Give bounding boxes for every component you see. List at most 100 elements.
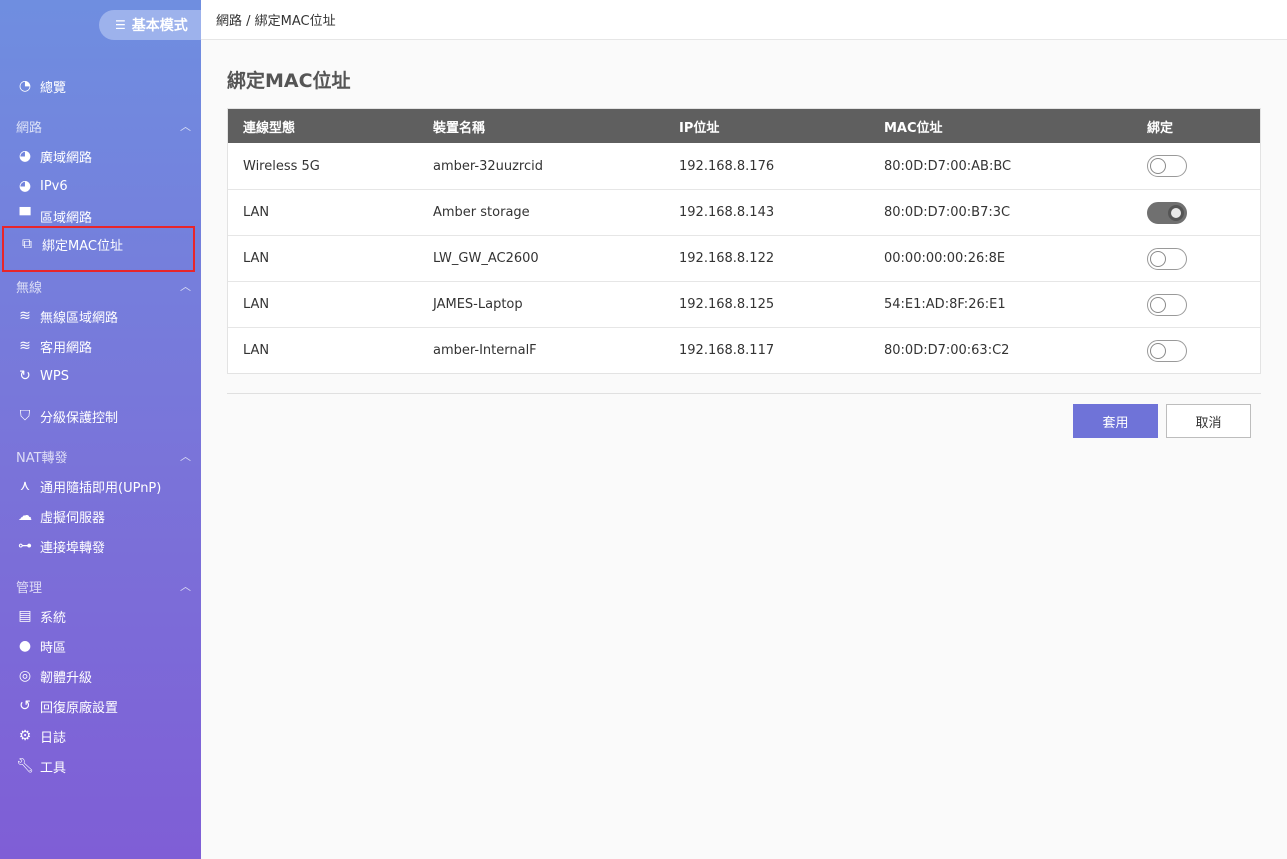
chevron-up-icon: ︿ — [180, 580, 191, 593]
mode-list-icon: ☰ — [115, 18, 126, 32]
column-header-mac: MAC位址 — [884, 120, 943, 136]
cell-ip-address: 192.168.8.125 — [679, 297, 775, 312]
sidebar-item-upnp[interactable]: ⋏ 通用隨插即用(UPnP) — [0, 472, 201, 500]
sidebar-item-guest[interactable]: ≋ 客用網路 — [0, 332, 201, 360]
section-label: 管理 — [16, 580, 43, 596]
cell-connection-type: LAN — [243, 297, 270, 312]
cell-bind — [1132, 201, 1260, 224]
table-row: LAN LW_GW_AC2600 192.168.8.122 00:00:00:00:… — [228, 235, 1260, 281]
guest-wifi-icon: ≋ — [19, 338, 31, 354]
basic-mode-button[interactable]: ☰ 基本模式 — [99, 10, 209, 40]
globe-icon: ◕ — [18, 178, 32, 194]
network-nodes-icon: ⋏ — [19, 478, 31, 494]
cell-ip-address: 192.168.8.122 — [679, 251, 775, 266]
mac-bind-table: 連線型態 裝置名稱 IP位址 MAC位址 綁定 Wireless 5G amber… — [227, 108, 1261, 374]
section-wireless[interactable]: 無線 ︿ — [0, 274, 201, 298]
sidebar-item-wlan[interactable]: ≋ 無線區域網路 — [0, 302, 201, 330]
chevron-up-icon: ︿ — [180, 280, 191, 293]
sidebar-item-log[interactable]: ⚙ 日誌 — [0, 722, 201, 750]
sidebar-item-label: WPS — [40, 368, 69, 384]
sidebar-item-label: 日誌 — [40, 730, 67, 746]
shield-icon: ⛉ — [19, 408, 31, 424]
chevron-up-icon: ︿ — [180, 120, 191, 133]
table-body: Wireless 5G amber-32uuzrcid 192.168.8.176 8… — [228, 143, 1260, 373]
sidebar-item-label: 回復原廠設置 — [40, 700, 119, 716]
bind-toggle[interactable] — [1147, 247, 1187, 270]
toggle-knob — [1150, 342, 1166, 359]
port-icon: ⊶ — [18, 538, 32, 554]
mac-bind-icon: ⧉ — [22, 236, 32, 252]
sidebar-item-label: 分級保護控制 — [40, 410, 119, 426]
table-row: LAN JAMES-Laptop 192.168.8.125 54:E1:AD:8F:… — [228, 281, 1260, 327]
section-label: NAT轉發 — [16, 450, 68, 466]
toggle-knob — [1150, 296, 1166, 313]
globe-icon: ◕ — [18, 148, 32, 164]
table-header: 連線型態 裝置名稱 IP位址 MAC位址 綁定 — [228, 109, 1260, 143]
table-row: LAN Amber storage 192.168.8.143 80:0D:D7:00… — [228, 189, 1260, 235]
sidebar-item-ipv6[interactable]: ◕ IPv6 — [0, 172, 201, 200]
cell-device-name: Amber storage — [433, 205, 530, 220]
gear-icon: ⚙ — [18, 728, 32, 744]
cancel-button[interactable]: 取消 — [1166, 404, 1251, 438]
section-label: 無線 — [16, 280, 43, 296]
sidebar-item-label: 系統 — [40, 610, 67, 626]
cell-mac-address: 54:E1:AD:8F:26:E1 — [884, 297, 1006, 312]
cell-ip-address: 192.168.8.176 — [679, 158, 775, 174]
sidebar-item-factory-reset[interactable]: ↺ 回復原廠設置 — [0, 692, 201, 720]
sidebar-item-wps[interactable]: ↻ WPS — [0, 362, 201, 390]
cell-ip-address: 192.168.8.117 — [679, 343, 775, 358]
apply-button[interactable]: 套用 — [1073, 404, 1158, 438]
sidebar: ☰ 基本模式 ◔ 總覽 網路 ︿ ◕ 廣域網路 ◕ IPv6 ▀ 區域網路 ⧉ … — [0, 0, 209, 859]
bind-toggle[interactable] — [1147, 201, 1187, 224]
cell-device-name: LW_GW_AC2600 — [433, 251, 539, 266]
table-row: Wireless 5G amber-32uuzrcid 192.168.8.176 8… — [228, 143, 1260, 189]
column-header-bind: 綁定 — [1147, 120, 1174, 136]
lan-icon: ▀ — [19, 208, 31, 224]
sidebar-item-tools[interactable]: 🔧︎ 工具 — [0, 752, 201, 780]
sidebar-item-overview[interactable]: ◔ 總覽 — [0, 72, 201, 100]
breadcrumb: 網路 / 綁定MAC位址 — [201, 0, 1287, 40]
cell-bind — [1132, 247, 1260, 270]
toggle-knob — [1150, 250, 1166, 267]
section-network[interactable]: 網路 ︿ — [0, 114, 201, 138]
cell-ip-address: 192.168.8.143 — [679, 205, 775, 220]
bind-toggle[interactable] — [1147, 155, 1187, 177]
cell-mac-address: 80:0D:D7:00:63:C2 — [884, 343, 1010, 358]
toggle-knob — [1150, 158, 1166, 174]
wps-icon: ↻ — [19, 368, 31, 384]
sidebar-item-virtual-server[interactable]: ☁ 虛擬伺服器 — [0, 502, 201, 530]
sidebar-item-mac-bind[interactable]: ⧉ 綁定MAC位址 — [2, 226, 195, 272]
cell-device-name: amber-InternalF — [433, 343, 537, 358]
section-nat[interactable]: NAT轉發 ︿ — [0, 444, 201, 468]
cell-connection-type: LAN — [243, 343, 270, 358]
column-header-name: 裝置名稱 — [433, 120, 486, 136]
sidebar-item-label: 無線區域網路 — [40, 310, 119, 326]
section-label: 網路 — [16, 120, 43, 136]
cell-bind — [1132, 155, 1260, 177]
sidebar-item-label: 連接埠轉發 — [40, 540, 106, 556]
sidebar-item-firmware[interactable]: ◎ 韌體升級 — [0, 662, 201, 690]
chevron-up-icon: ︿ — [180, 450, 191, 463]
toggle-knob — [1168, 204, 1184, 221]
wrench-icon: 🔧︎ — [16, 758, 34, 774]
sidebar-item-label: 工具 — [40, 760, 67, 776]
reset-icon: ↺ — [19, 698, 31, 714]
sidebar-item-timezone[interactable]: ● 時區 — [0, 632, 201, 660]
cell-connection-type: LAN — [243, 205, 270, 220]
sidebar-item-label: 客用網路 — [40, 340, 93, 356]
table-row: LAN amber-InternalF 192.168.8.117 80:0D:D7:… — [228, 327, 1260, 373]
column-header-type: 連線型態 — [243, 120, 296, 136]
section-management[interactable]: 管理 ︿ — [0, 574, 201, 598]
cell-connection-type: Wireless 5G — [243, 158, 320, 174]
bind-toggle[interactable] — [1147, 339, 1187, 362]
sidebar-item-label: 虛擬伺服器 — [40, 510, 106, 526]
cell-connection-type: LAN — [243, 251, 270, 266]
system-icon: ▤ — [18, 608, 32, 624]
sidebar-item-wan[interactable]: ◕ 廣域網路 — [0, 142, 201, 170]
sidebar-item-system[interactable]: ▤ 系統 — [0, 602, 201, 630]
sidebar-item-parental[interactable]: ⛉ 分級保護控制 — [0, 402, 201, 430]
bind-toggle[interactable] — [1147, 293, 1187, 316]
cell-device-name: amber-32uuzrcid — [433, 158, 543, 174]
sidebar-item-port-forward[interactable]: ⊶ 連接埠轉發 — [0, 532, 201, 560]
wifi-icon: ≋ — [19, 308, 31, 324]
